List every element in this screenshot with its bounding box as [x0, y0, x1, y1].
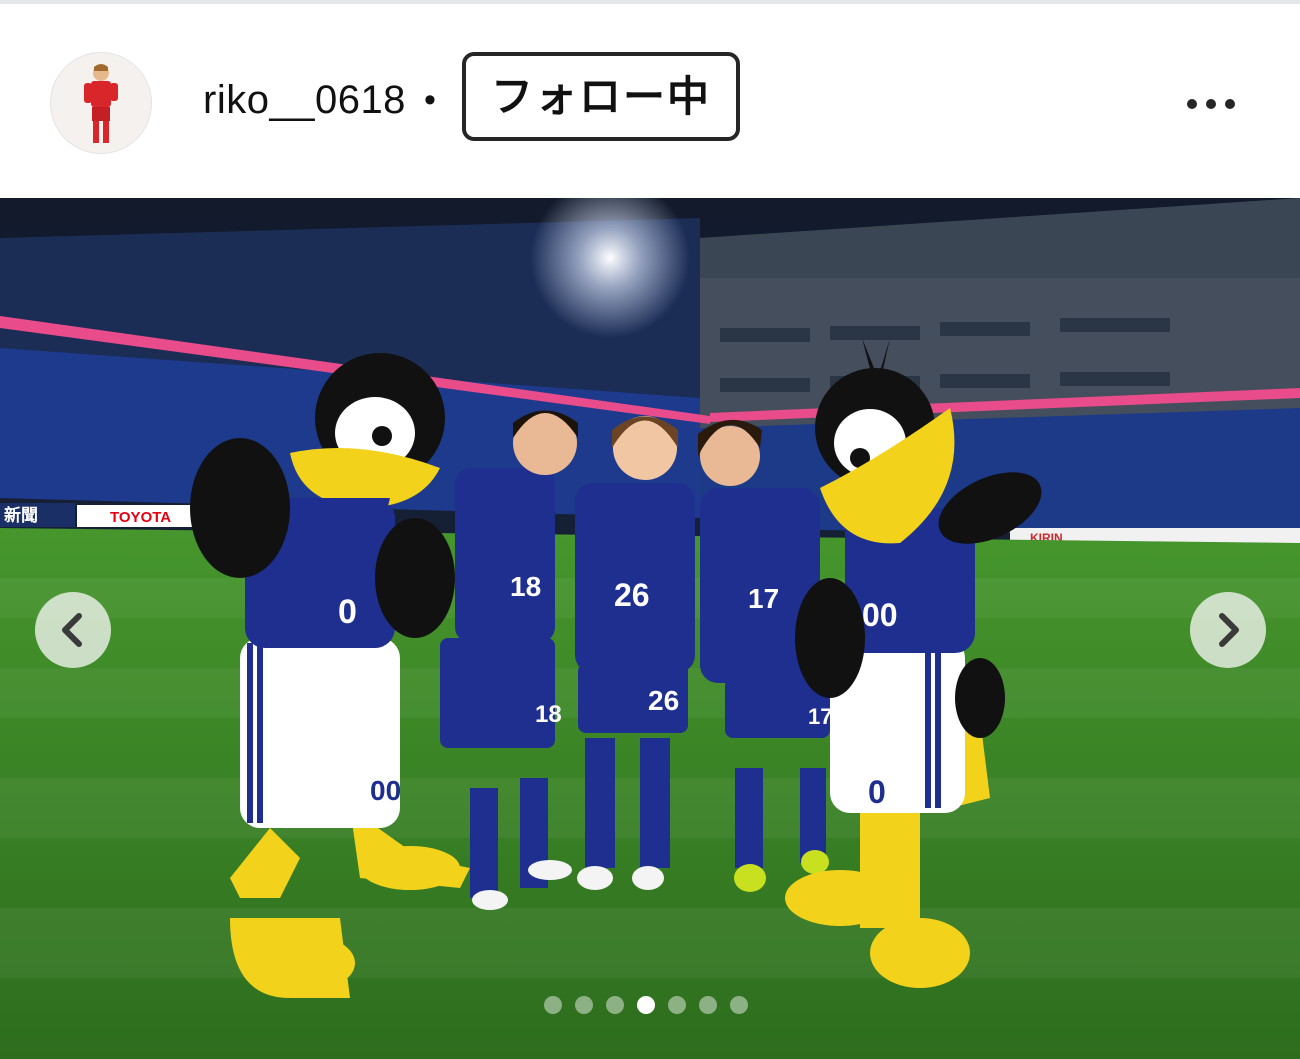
more-horizontal-icon: [1187, 99, 1197, 109]
player-17-shirt-number: 17: [748, 583, 779, 614]
carousel-dot: [544, 996, 562, 1014]
carousel-dot-active: [637, 996, 655, 1014]
separator-dot: •: [424, 81, 436, 119]
mascot-left-number: 0: [338, 593, 357, 631]
username[interactable]: riko__0618: [203, 74, 406, 126]
carousel-dot: [699, 996, 717, 1014]
player-26-shirt-number: 26: [614, 577, 650, 613]
post-header: riko__0618 • フォロー中: [0, 4, 1300, 198]
player-18-shirt-number: 18: [510, 571, 541, 602]
mascot-right-shorts-number: 0: [868, 774, 886, 810]
post-photo: 新聞 TOYOTA KIRIN 00 0 18 18 26 26 17 17 0…: [0, 198, 1300, 1059]
following-button[interactable]: フォロー中: [462, 52, 740, 141]
ad-board-newspaper: 新聞: [4, 505, 38, 526]
chevron-right-icon: [1219, 613, 1239, 647]
mascot-left-shorts-number: 00: [370, 775, 401, 806]
chevron-left-icon: [62, 613, 82, 647]
carousel-next-button[interactable]: [1190, 592, 1266, 668]
mascot-right-number: 00: [862, 597, 898, 633]
profile-avatar[interactable]: [50, 52, 152, 154]
carousel-dot: [606, 996, 624, 1014]
carousel-prev-button[interactable]: [35, 592, 111, 668]
player-17-shorts-number: 17: [808, 704, 832, 729]
stadium-photo: 新聞 TOYOTA KIRIN 00 0 18 18 26 26 17 17 0…: [0, 198, 1300, 1059]
player-18-shorts-number: 18: [535, 701, 562, 728]
avatar-image: [51, 53, 151, 153]
player-26-shorts-number: 26: [648, 685, 679, 716]
carousel-dot: [730, 996, 748, 1014]
ad-board-toyota: TOYOTA: [110, 509, 171, 526]
carousel-dot: [575, 996, 593, 1014]
more-options-button[interactable]: [1180, 82, 1242, 126]
carousel-dot: [668, 996, 686, 1014]
